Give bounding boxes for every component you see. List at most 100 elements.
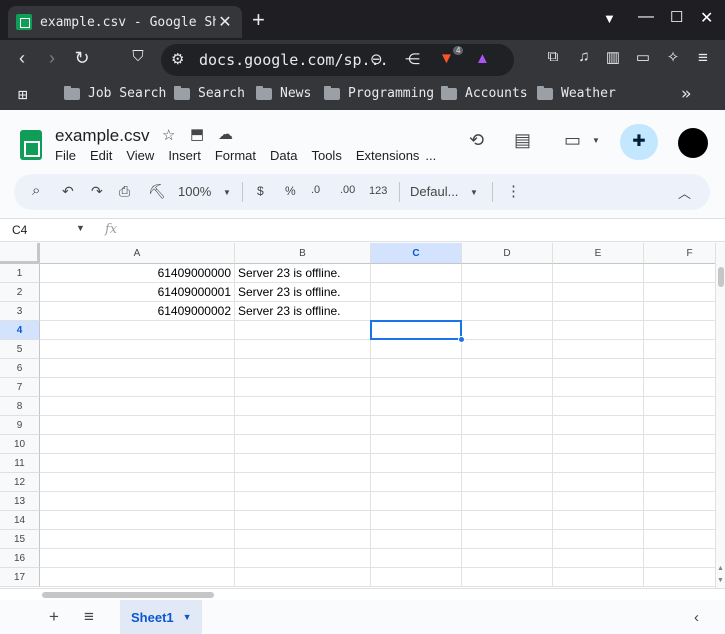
cell-e4[interactable]: [553, 321, 644, 340]
cell-b15[interactable]: [235, 530, 371, 549]
cell-f6[interactable]: [644, 359, 715, 378]
cell-a4[interactable]: [40, 321, 235, 340]
row-header-1[interactable]: 1: [0, 264, 40, 283]
window-close-icon[interactable]: ✕: [700, 8, 713, 28]
cell-f8[interactable]: [644, 397, 715, 416]
cell-d8[interactable]: [462, 397, 553, 416]
row-header-9[interactable]: 9: [0, 416, 40, 435]
bookmark-search[interactable]: Search: [174, 85, 245, 101]
sheets-logo-icon[interactable]: [20, 130, 42, 160]
tab-sheet1[interactable]: Sheet1 ▼: [120, 600, 202, 634]
menu-data[interactable]: Data: [270, 148, 297, 163]
cell-a16[interactable]: [40, 549, 235, 568]
vertical-scroll-thumb[interactable]: [718, 267, 724, 287]
menu-tools[interactable]: Tools: [311, 148, 341, 163]
row-header-12[interactable]: 12: [0, 473, 40, 492]
row-header-5[interactable]: 5: [0, 340, 40, 359]
cell-f4[interactable]: [644, 321, 715, 340]
tab-search-chevron-icon[interactable]: ▼: [603, 11, 616, 26]
share-icon[interactable]: ⋲: [405, 50, 420, 68]
bookmark-job-search[interactable]: Job Search: [64, 85, 166, 101]
column-header-f[interactable]: F: [644, 243, 715, 264]
apps-icon[interactable]: ⊞: [18, 85, 28, 104]
version-history-icon[interactable]: ⟲: [469, 130, 484, 151]
wallet-icon[interactable]: ▭: [631, 48, 655, 66]
cell-f10[interactable]: [644, 435, 715, 454]
comments-icon[interactable]: ▤: [514, 130, 531, 151]
cell-e1[interactable]: [553, 264, 644, 283]
reload-icon[interactable]: ↻: [70, 48, 94, 69]
cell-e8[interactable]: [553, 397, 644, 416]
add-sheet-button[interactable]: +: [49, 607, 59, 627]
cell-f7[interactable]: [644, 378, 715, 397]
cell-b14[interactable]: [235, 511, 371, 530]
cell-f15[interactable]: [644, 530, 715, 549]
cell-e7[interactable]: [553, 378, 644, 397]
cell-d17[interactable]: [462, 568, 553, 587]
row-header-7[interactable]: 7: [0, 378, 40, 397]
cell-a13[interactable]: [40, 492, 235, 511]
cell-f3[interactable]: [644, 302, 715, 321]
cell-c2[interactable]: [371, 283, 462, 302]
scroll-down-icon[interactable]: ▼: [717, 577, 724, 584]
cell-b6[interactable]: [235, 359, 371, 378]
menu-icon[interactable]: ≡: [691, 48, 715, 68]
cell-b8[interactable]: [235, 397, 371, 416]
cell-a10[interactable]: [40, 435, 235, 454]
cell-d5[interactable]: [462, 340, 553, 359]
extensions-icon[interactable]: ⧉: [541, 48, 565, 65]
cell-c9[interactable]: [371, 416, 462, 435]
cell-b16[interactable]: [235, 549, 371, 568]
redo-icon[interactable]: ↷: [91, 183, 103, 200]
cell-d1[interactable]: [462, 264, 553, 283]
cell-d10[interactable]: [462, 435, 553, 454]
column-header-d[interactable]: D: [462, 243, 553, 264]
increase-decimal-button[interactable]: .00: [340, 184, 355, 196]
cell-e5[interactable]: [553, 340, 644, 359]
cell-d15[interactable]: [462, 530, 553, 549]
cell-a7[interactable]: [40, 378, 235, 397]
zoom-select[interactable]: 100%: [178, 184, 211, 199]
cell-e12[interactable]: [553, 473, 644, 492]
cell-c6[interactable]: [371, 359, 462, 378]
cell-b1[interactable]: Server 23 is offline.: [235, 264, 371, 283]
cell-c15[interactable]: [371, 530, 462, 549]
explore-collapse-icon[interactable]: ‹: [694, 609, 699, 626]
cell-b11[interactable]: [235, 454, 371, 473]
cell-c11[interactable]: [371, 454, 462, 473]
more-formats-button[interactable]: 123: [369, 185, 387, 197]
forward-icon[interactable]: ›: [40, 48, 64, 69]
cell-d11[interactable]: [462, 454, 553, 473]
cell-e16[interactable]: [553, 549, 644, 568]
name-box[interactable]: C4: [12, 223, 27, 237]
cell-b9[interactable]: [235, 416, 371, 435]
menu-edit[interactable]: Edit: [90, 148, 112, 163]
cell-d13[interactable]: [462, 492, 553, 511]
menu-file[interactable]: File: [55, 148, 76, 163]
leo-ai-icon[interactable]: ✧: [661, 48, 685, 66]
scroll-up-icon[interactable]: ▲: [717, 565, 724, 572]
row-header-14[interactable]: 14: [0, 511, 40, 530]
cell-e15[interactable]: [553, 530, 644, 549]
cell-c4[interactable]: [371, 321, 462, 340]
horizontal-scrollbar[interactable]: [0, 588, 725, 600]
column-header-e[interactable]: E: [553, 243, 644, 264]
fill-handle[interactable]: [458, 336, 465, 343]
cell-a11[interactable]: [40, 454, 235, 473]
vertical-scrollbar[interactable]: ▲ ▼: [715, 243, 725, 588]
cell-a1[interactable]: 61409000000: [40, 264, 235, 283]
column-header-b[interactable]: B: [235, 243, 371, 264]
cell-f5[interactable]: [644, 340, 715, 359]
cell-c16[interactable]: [371, 549, 462, 568]
cell-f2[interactable]: [644, 283, 715, 302]
paint-format-icon[interactable]: ⛏: [148, 183, 166, 200]
row-header-16[interactable]: 16: [0, 549, 40, 568]
tab-close-icon[interactable]: ✕: [216, 12, 234, 32]
cell-e14[interactable]: [553, 511, 644, 530]
doc-title[interactable]: example.csv: [55, 126, 149, 146]
cell-c3[interactable]: [371, 302, 462, 321]
cell-c10[interactable]: [371, 435, 462, 454]
search-menus-icon[interactable]: ⌕: [32, 182, 40, 199]
minimize-icon[interactable]: —: [638, 8, 654, 26]
cell-e17[interactable]: [553, 568, 644, 587]
